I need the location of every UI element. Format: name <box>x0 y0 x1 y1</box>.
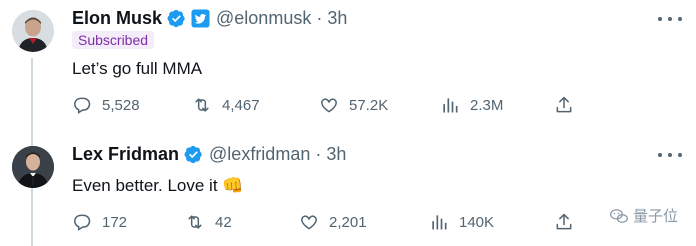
subscribed-badge: Subscribed <box>72 31 155 49</box>
author-name[interactable]: Elon Musk <box>72 8 162 29</box>
analytics-icon <box>443 98 458 113</box>
views-count: 140K <box>459 213 495 231</box>
author-handle[interactable]: @elonmusk <box>216 8 311 29</box>
tweet-actions: 172 42 2,201 140K <box>72 211 592 233</box>
tweet-actions: 5,528 4,467 57.2K 2.3M <box>72 94 592 116</box>
retweet-count: 4,467 <box>222 96 260 114</box>
share-icon <box>556 96 572 113</box>
avatar[interactable] <box>12 146 54 188</box>
twitter-org-badge-icon <box>191 9 210 28</box>
reply-icon <box>74 97 91 114</box>
heart-icon <box>301 215 317 230</box>
reply-button[interactable]: 172 <box>72 211 127 233</box>
watermark: 量子位 <box>609 205 678 226</box>
more-options-icon[interactable] <box>658 146 682 164</box>
avatar-image <box>12 146 54 188</box>
views-count: 2.3M <box>470 96 504 114</box>
views-button[interactable]: 140K <box>429 211 494 233</box>
author-handle[interactable]: @lexfridman <box>209 144 310 165</box>
like-button[interactable]: 57.2K <box>319 94 388 116</box>
reply-button[interactable]: 5,528 <box>72 94 140 116</box>
retweet-button[interactable]: 4,467 <box>192 94 260 116</box>
wechat-logo-icon <box>610 208 628 223</box>
retweet-button[interactable]: 42 <box>185 211 232 233</box>
analytics-icon <box>432 215 447 230</box>
more-options-icon[interactable] <box>658 10 682 28</box>
timestamp[interactable]: 3h <box>326 144 346 165</box>
separator-dot: · <box>315 144 322 164</box>
watermark-text: 量子位 <box>632 208 678 225</box>
tweet-elon[interactable]: Elon Musk @elonmusk · 3h Subscribed Let’… <box>0 0 696 136</box>
heart-icon <box>321 98 337 113</box>
timestamp[interactable]: 3h <box>327 8 347 29</box>
like-button[interactable]: 2,201 <box>299 211 367 233</box>
tweet-text: Even better. Love it 👊 <box>72 176 244 195</box>
reply-count: 5,528 <box>102 96 140 114</box>
tweet-text: Let’s go full MMA <box>72 59 203 78</box>
share-icon <box>556 213 572 230</box>
retweet-icon <box>195 98 209 112</box>
like-count: 2,201 <box>329 213 367 231</box>
reply-icon <box>74 214 91 231</box>
retweet-icon <box>188 215 202 229</box>
like-count: 57.2K <box>349 96 389 114</box>
share-button[interactable] <box>554 211 574 233</box>
retweet-count: 42 <box>215 213 232 231</box>
avatar[interactable] <box>12 10 54 52</box>
separator-dot: · <box>316 8 323 28</box>
verified-badge-icon <box>167 9 185 28</box>
verified-badge-icon <box>184 145 202 164</box>
views-button[interactable]: 2.3M <box>440 94 503 116</box>
reply-count: 172 <box>102 213 128 231</box>
tweet-lex[interactable]: Lex Fridman @lexfridman · 3h Even better… <box>0 136 696 246</box>
share-button[interactable] <box>554 94 574 116</box>
avatar-image <box>12 10 54 52</box>
author-name[interactable]: Lex Fridman <box>72 144 179 165</box>
